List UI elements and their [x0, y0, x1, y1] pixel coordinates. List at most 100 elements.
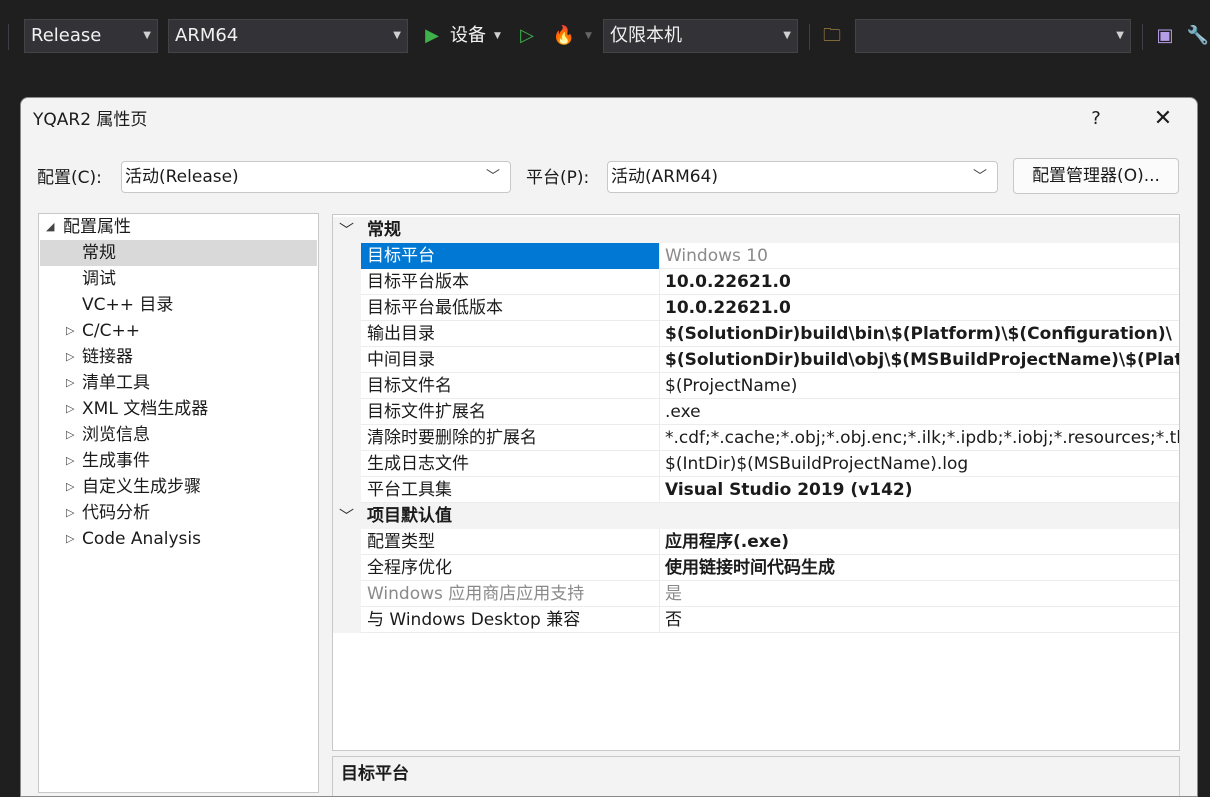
tree-item-label: 自定义生成步骤 — [82, 477, 201, 497]
property-value[interactable]: Visual Studio 2019 (v142) — [661, 477, 1179, 503]
collapsed-triangle-icon: ▷ — [66, 480, 75, 493]
configuration-combo[interactable]: 活动(Release) ﹀ — [121, 161, 511, 193]
tree-item-general[interactable]: 常规 — [40, 240, 317, 266]
tree-item-label: VC++ 目录 — [82, 295, 174, 315]
property-value[interactable]: 使用链接时间代码生成 — [661, 555, 1179, 581]
start-without-debugging-icon[interactable]: ▷ — [515, 24, 539, 48]
property-value[interactable]: $(SolutionDir)build\obj\$(MSBuildProject… — [661, 347, 1179, 373]
tree-item-c-cpp[interactable]: ▷ C/C++ — [40, 318, 317, 344]
debug-target-combo[interactable]: 仅限本机 ▼ — [603, 19, 798, 53]
property-row[interactable]: 清除时要删除的扩展名 *.cdf;*.cache;*.obj;*.obj.enc… — [333, 425, 1179, 451]
tree-item-label: Code Analysis — [82, 529, 201, 549]
start-debugging-icon[interactable]: ▶ — [420, 24, 444, 48]
chevron-down-icon: ▼ — [1116, 30, 1124, 41]
property-name: 目标平台 — [361, 243, 660, 269]
category-project-defaults[interactable]: ﹀ 项目默认值 — [333, 503, 1179, 529]
collapsed-triangle-icon: ▷ — [66, 350, 75, 363]
debug-target-value: 仅限本机 — [610, 25, 682, 46]
category-general[interactable]: ﹀ 常规 — [333, 217, 1179, 243]
tree-item-label: 配置属性 — [63, 217, 131, 237]
property-row[interactable]: 中间目录 $(SolutionDir)build\obj\$(MSBuildPr… — [333, 347, 1179, 373]
tree-item-label: 常规 — [82, 243, 116, 263]
property-row[interactable]: 目标平台版本 10.0.22621.0 — [333, 269, 1179, 295]
property-value[interactable]: $(SolutionDir)build\bin\$(Platform)\$(Co… — [661, 321, 1179, 347]
property-row[interactable]: 平台工具集 Visual Studio 2019 (v142) — [333, 477, 1179, 503]
property-row[interactable]: 目标平台 Windows 10 — [333, 243, 1179, 269]
chevron-down-icon[interactable]: ▼ — [585, 24, 592, 48]
property-row[interactable]: 目标文件名 $(ProjectName) — [333, 373, 1179, 399]
toolbar-separator — [809, 24, 810, 50]
property-value[interactable]: Windows 10 — [661, 243, 1179, 269]
row-gutter — [333, 425, 361, 451]
property-row[interactable]: 目标平台最低版本 10.0.22621.0 — [333, 295, 1179, 321]
collapsed-triangle-icon: ▷ — [66, 506, 75, 519]
solution-platform-combo[interactable]: ARM64 ▼ — [168, 19, 408, 53]
property-name: 目标平台版本 — [361, 269, 660, 295]
platform-combo[interactable]: 活动(ARM64) ﹀ — [607, 161, 998, 193]
toolbar-separator — [1142, 24, 1143, 50]
row-gutter — [333, 607, 361, 633]
tree-item-label: 调试 — [82, 269, 116, 289]
tree-item-label: 生成事件 — [82, 451, 150, 471]
collapsed-triangle-icon: ▷ — [66, 454, 75, 467]
row-gutter — [333, 269, 361, 295]
help-button[interactable]: ? — [1084, 105, 1108, 133]
chevron-down-icon: ▼ — [393, 30, 401, 41]
property-name: 中间目录 — [361, 347, 660, 373]
start-target-label[interactable]: 设备 — [450, 24, 486, 48]
tree-item-linker[interactable]: ▷ 链接器 — [40, 344, 317, 370]
close-icon[interactable]: ✕ — [1149, 105, 1177, 133]
tree-item-build-events[interactable]: ▷ 生成事件 — [40, 448, 317, 474]
tree-item-code-analysis[interactable]: ▷ Code Analysis — [40, 526, 317, 552]
main-toolbar: Release ▼ ARM64 ▼ ▶ 设备 ▼ ▷ 🔥 ▼ 仅限本机 ▼ 🗀 … — [0, 0, 1210, 96]
property-row[interactable]: Windows 应用商店应用支持 是 — [333, 581, 1179, 607]
property-row[interactable]: 全程序优化 使用链接时间代码生成 — [333, 555, 1179, 581]
property-name: 清除时要删除的扩展名 — [361, 425, 660, 451]
chevron-down-icon: ▼ — [143, 30, 151, 41]
property-value[interactable]: $(ProjectName) — [661, 373, 1179, 399]
wrench-icon[interactable]: 🔧 — [1186, 24, 1210, 48]
tree-item-manifest-tool[interactable]: ▷ 清单工具 — [40, 370, 317, 396]
property-value[interactable]: 否 — [661, 607, 1179, 633]
solution-configuration-combo[interactable]: Release ▼ — [24, 19, 158, 53]
property-name: 全程序优化 — [361, 555, 660, 581]
property-value[interactable]: 10.0.22621.0 — [661, 269, 1179, 295]
property-value[interactable]: 10.0.22621.0 — [661, 295, 1179, 321]
tree-item-debugging[interactable]: 调试 — [40, 266, 317, 292]
tree-item-vc-directories[interactable]: VC++ 目录 — [40, 292, 317, 318]
property-value[interactable]: *.cdf;*.cache;*.obj;*.obj.enc;*.ilk;*.ip… — [661, 425, 1179, 451]
tree-root-configuration-properties[interactable]: ◢ 配置属性 — [40, 214, 317, 240]
tree-item-xml-doc-generator[interactable]: ▷ XML 文档生成器 — [40, 396, 317, 422]
property-value[interactable]: 应用程序(.exe) — [661, 529, 1179, 555]
collapse-chevron-icon: ﹀ — [339, 221, 355, 239]
property-name: 生成日志文件 — [361, 451, 660, 477]
chevron-down-icon: ﹀ — [973, 169, 987, 185]
vs-project-icon[interactable]: ▣ — [1153, 24, 1177, 48]
property-description-panel: 目标平台 — [332, 756, 1180, 796]
property-value[interactable]: .exe — [661, 399, 1179, 425]
property-value[interactable]: 是 — [661, 581, 1179, 607]
chevron-down-icon[interactable]: ▼ — [494, 24, 501, 48]
description-title: 目标平台 — [341, 764, 409, 784]
property-row[interactable]: 配置类型 应用程序(.exe) — [333, 529, 1179, 555]
row-gutter — [333, 529, 361, 555]
configuration-manager-button[interactable]: 配置管理器(O)... — [1013, 158, 1179, 194]
property-name: 与 Windows Desktop 兼容 — [361, 607, 660, 633]
find-in-files-icon[interactable]: 🗀 — [820, 24, 844, 48]
row-gutter — [333, 321, 361, 347]
find-combo[interactable]: ▼ — [855, 19, 1131, 53]
property-row[interactable]: 输出目录 $(SolutionDir)build\bin\$(Platform)… — [333, 321, 1179, 347]
row-gutter — [333, 347, 361, 373]
tree-item-custom-build-step[interactable]: ▷ 自定义生成步骤 — [40, 474, 317, 500]
platform-label: 平台(P): — [526, 168, 590, 188]
property-row[interactable]: 目标文件扩展名 .exe — [333, 399, 1179, 425]
hot-reload-icon[interactable]: 🔥 — [552, 24, 576, 48]
property-row[interactable]: 与 Windows Desktop 兼容 否 — [333, 607, 1179, 633]
property-value[interactable]: $(IntDir)$(MSBuildProjectName).log — [661, 451, 1179, 477]
collapsed-triangle-icon: ▷ — [66, 532, 75, 545]
solution-platform-value: ARM64 — [175, 25, 239, 46]
tree-item-code-analysis-cn[interactable]: ▷ 代码分析 — [40, 500, 317, 526]
tree-item-browse-information[interactable]: ▷ 浏览信息 — [40, 422, 317, 448]
category-label: 常规 — [367, 220, 401, 240]
property-row[interactable]: 生成日志文件 $(IntDir)$(MSBuildProjectName).lo… — [333, 451, 1179, 477]
